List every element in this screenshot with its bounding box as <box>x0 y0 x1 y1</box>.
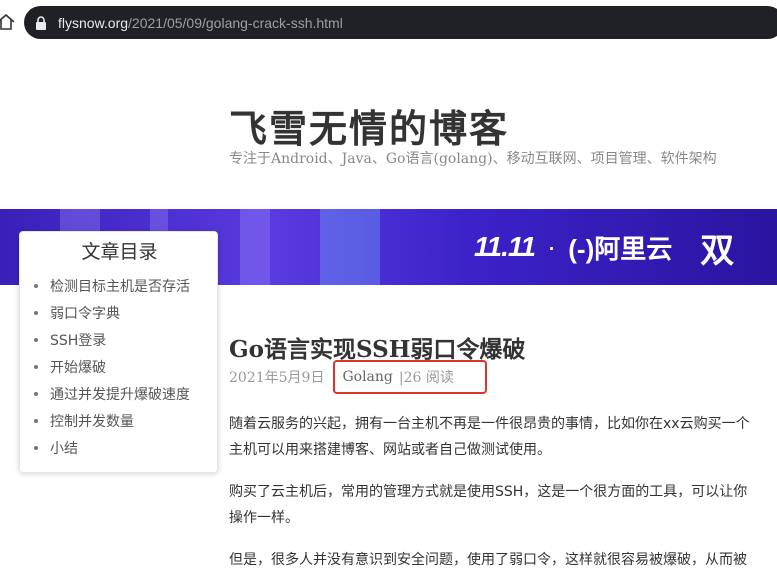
banner-logo: 11.11 · (-)阿里云 双 <box>474 227 734 270</box>
toc-item-label: 弱口令字典 <box>50 305 120 322</box>
banner-tail: 双 <box>700 231 735 270</box>
bullet-icon <box>34 391 38 396</box>
banner-stripe <box>320 209 380 285</box>
bullet-icon <box>34 364 38 369</box>
site-description: 专注于Android、Java、Go语言(golang)、移动互联网、项目管理、… <box>229 151 717 167</box>
url-text: flysnow.org/2021/05/09/golang-crack-ssh.… <box>58 15 343 31</box>
bullet-icon <box>34 445 38 450</box>
toc-item-label: 开始爆破 <box>50 359 106 376</box>
bullet-icon <box>34 310 38 315</box>
table-of-contents: 文章目录 检测目标主机是否存活 弱口令字典 SSH登录 开始爆破 通过并发提升爆… <box>19 231 218 473</box>
paragraph-line: 随着云服务的兴起，拥有一台主机不再是一件很昂贵的事情，比如你在xx云购买一个 <box>229 416 750 432</box>
bullet-icon <box>34 283 38 288</box>
toc-list: 检测目标主机是否存活 弱口令字典 SSH登录 开始爆破 通过并发提升爆破速度 控… <box>34 272 190 461</box>
home-icon[interactable] <box>0 14 14 30</box>
toc-title: 文章目录 <box>81 241 158 263</box>
url-host: flysnow.org <box>58 14 129 31</box>
toc-item-label: 小结 <box>50 440 78 457</box>
site-title[interactable]: 飞雪无情的博客 <box>229 98 509 153</box>
highlight-annotation <box>333 360 487 394</box>
toc-item-label: 检测目标主机是否存活 <box>50 278 190 295</box>
toc-item-label: SSH登录 <box>50 332 107 349</box>
lock-icon <box>36 15 46 30</box>
toc-item[interactable]: 弱口令字典 <box>34 299 190 326</box>
banner-brand: (-)阿里云 <box>568 233 673 264</box>
toc-item[interactable]: 小结 <box>34 434 190 461</box>
paragraph-line: 但是，很多人并没有意识到安全问题，使用了弱口令，这样就很容易被爆破，从而被 <box>229 552 747 568</box>
post-date: 2021年5月9日 <box>229 370 325 386</box>
toc-item[interactable]: SSH登录 <box>34 326 190 353</box>
toc-item[interactable]: 检测目标主机是否存活 <box>34 272 190 299</box>
bullet-icon <box>34 337 38 342</box>
toc-item-label: 控制并发数量 <box>50 413 134 430</box>
toc-item[interactable]: 控制并发数量 <box>34 407 190 434</box>
address-bar[interactable]: flysnow.org/2021/05/09/golang-crack-ssh.… <box>24 6 777 39</box>
toc-item[interactable]: 通过并发提升爆破速度 <box>34 380 190 407</box>
banner-event: 11.11 <box>474 231 536 262</box>
banner-dot: · <box>546 231 557 262</box>
url-path: /2021/05/09/golang-crack-ssh.html <box>128 14 343 31</box>
post-title[interactable]: Go语言实现SSH弱口令爆破 <box>229 330 525 364</box>
paragraph-line: 主机可以用来搭建博客、网站或者自己做测试使用。 <box>229 442 551 458</box>
toc-item[interactable]: 开始爆破 <box>34 353 190 380</box>
toc-item-label: 通过并发提升爆破速度 <box>50 386 190 403</box>
browser-toolbar: flysnow.org/2021/05/09/golang-crack-ssh.… <box>0 0 777 44</box>
paragraph-line: 操作一样。 <box>229 510 299 526</box>
paragraph-line: 购买了云主机后，常用的管理方式就是使用SSH，这是一个很方面的工具，可以让你 <box>229 484 748 500</box>
bullet-icon <box>34 418 38 423</box>
banner-stripe <box>240 209 270 285</box>
